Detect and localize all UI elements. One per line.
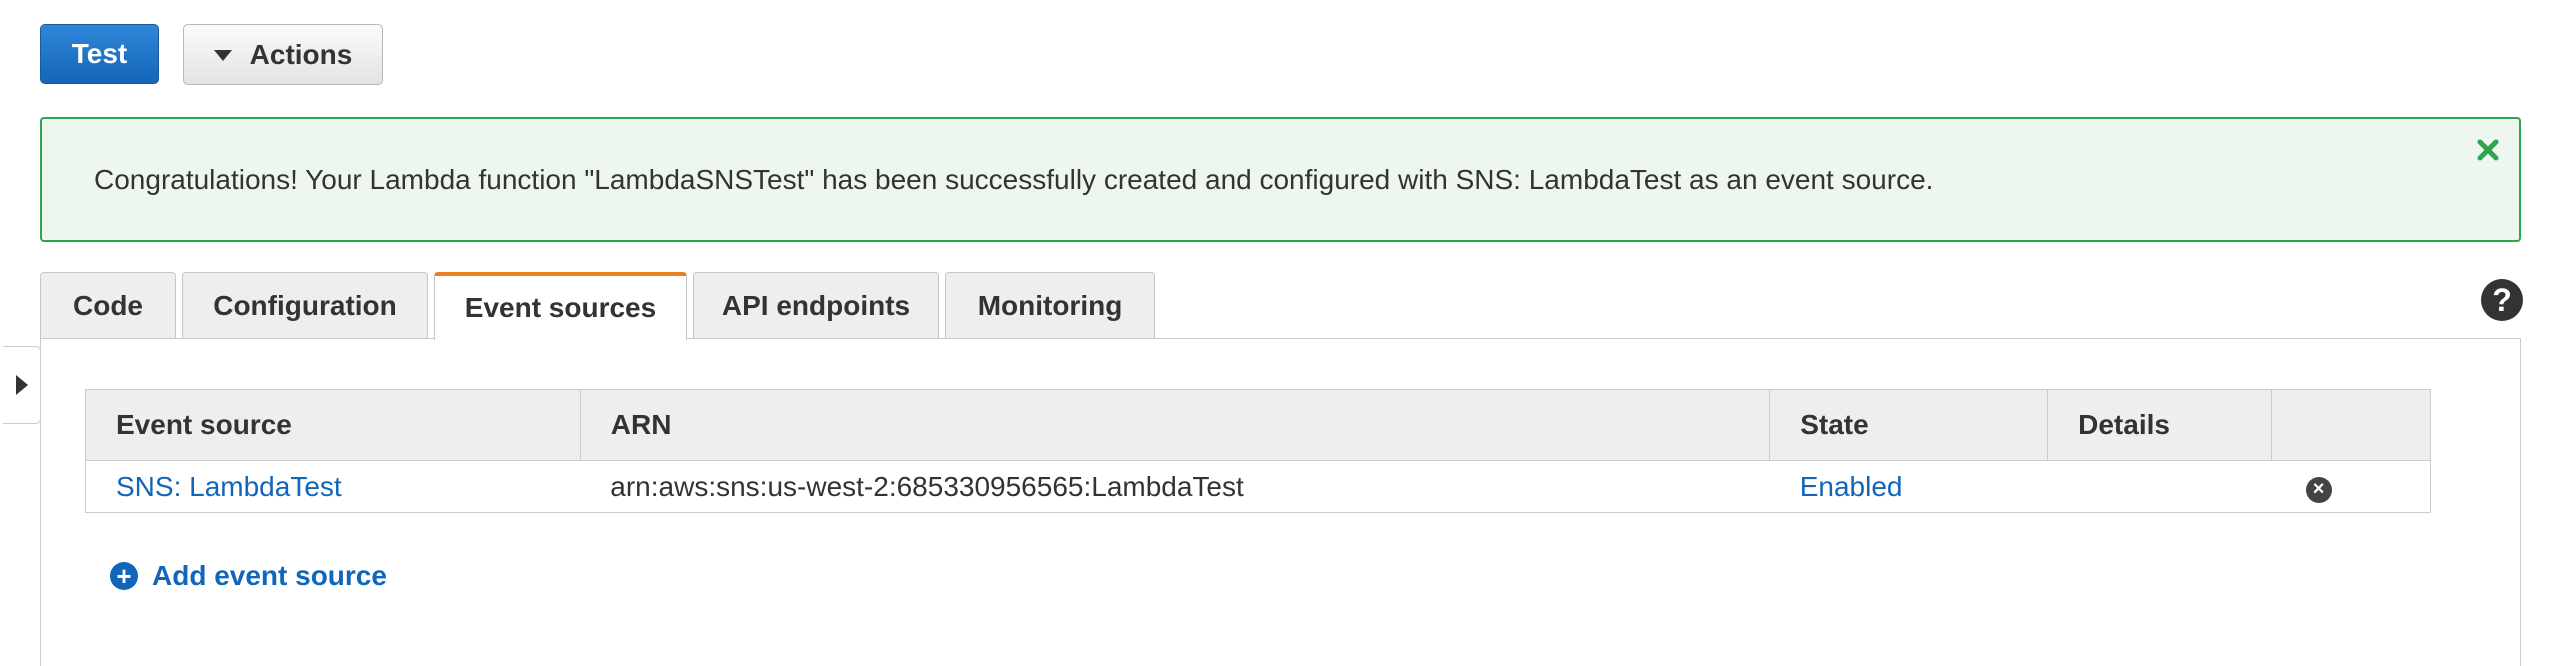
add-event-source-label: Add event source [152, 560, 387, 591]
close-icon[interactable] [2473, 135, 2503, 165]
column-header-actions [2271, 389, 2431, 461]
tab-event-sources[interactable]: Event sources [434, 272, 687, 340]
remove-event-source-icon[interactable]: × [2305, 476, 2332, 503]
column-header-event-source: Event source [85, 389, 581, 461]
table-header-row: Event source ARN State Details [85, 389, 2431, 461]
column-header-state: State [1769, 389, 2049, 461]
help-icon[interactable]: ? [2481, 279, 2523, 321]
tab-api-endpoints[interactable]: API endpoints [693, 272, 939, 338]
success-banner: Congratulations! Your Lambda function "L… [40, 117, 2521, 242]
actions-dropdown-button[interactable]: Actions [183, 24, 383, 85]
tab-configuration[interactable]: Configuration [182, 272, 428, 338]
state-toggle-link[interactable]: Enabled [1800, 471, 1903, 502]
event-sources-panel: Event source ARN State Details SNS: Lamb… [40, 338, 2521, 666]
sidebar-toggle-button[interactable] [3, 346, 41, 424]
table-row: SNS: LambdaTest arn:aws:sns:us-west-2:68… [85, 460, 2431, 513]
event-source-link[interactable]: SNS: LambdaTest [116, 471, 342, 502]
caret-right-icon [15, 375, 28, 395]
caret-down-icon [213, 50, 232, 61]
test-button[interactable]: Test [40, 24, 159, 84]
column-header-arn: ARN [579, 389, 1771, 461]
tab-code[interactable]: Code [40, 272, 176, 338]
event-sources-table: Event source ARN State Details SNS: Lamb… [85, 389, 2431, 513]
actions-label: Actions [249, 38, 353, 70]
arn-cell: arn:aws:sns:us-west-2:685330956565:Lambd… [580, 460, 1770, 513]
add-event-source-link[interactable]: + Add event source [110, 558, 387, 594]
success-message: Congratulations! Your Lambda function "L… [94, 163, 1934, 195]
details-cell [2047, 460, 2272, 513]
tab-monitoring[interactable]: Monitoring [945, 272, 1155, 338]
lambda-function-page: Test Actions Congratulations! Your Lambd… [0, 0, 2560, 666]
plus-circle-icon: + [110, 562, 138, 590]
column-header-details: Details [2047, 389, 2273, 461]
